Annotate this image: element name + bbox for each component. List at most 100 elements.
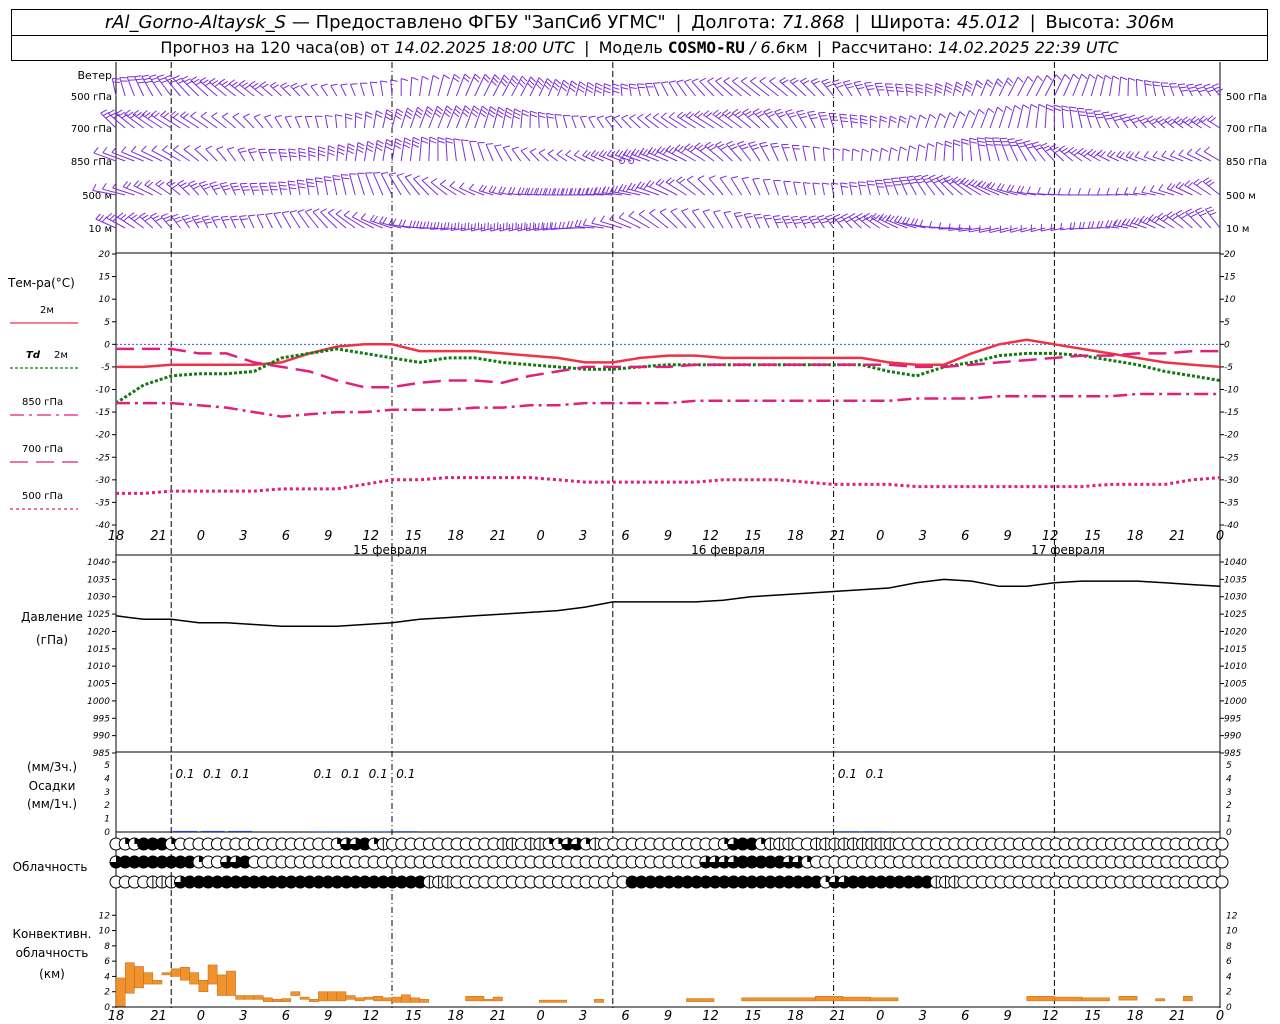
wind-barb-feather (497, 110, 504, 115)
wind-barb-feather (1108, 220, 1113, 228)
wind-barb-staff (404, 176, 420, 196)
wind-barb-feather (376, 110, 383, 115)
wind-barb-feather (184, 78, 191, 83)
wind-barb-feather (639, 147, 645, 154)
wind-barb-staff (449, 185, 466, 196)
wind-barb-feather (639, 182, 645, 189)
wind-barb-feather (841, 120, 849, 123)
wind-barb-feather (1089, 73, 1096, 79)
legend-label-bold: Td (26, 350, 41, 361)
wind-barb-feather (130, 146, 137, 152)
wind-barb-feather (150, 110, 157, 116)
wind-barb-feather (889, 215, 895, 222)
wind-barb-staff (278, 149, 283, 162)
wind-barb-feather (605, 115, 613, 119)
wind-barb-feather (748, 141, 756, 145)
wind-barb-feather (889, 119, 897, 123)
wind-barb-feather (421, 176, 429, 181)
wind-barb-feather (125, 182, 132, 189)
wind-barb-feather (1096, 220, 1100, 228)
wind-barb-staff (200, 115, 218, 129)
wind-barb-feather (697, 112, 704, 118)
wind-barb-feather (1208, 181, 1215, 187)
wind-barb-staff (952, 111, 961, 129)
wind-barb-feather (801, 218, 809, 222)
precip-amount-label: 0.1 (203, 767, 222, 781)
bottom-time-axis-label: 15 (1084, 1009, 1101, 1024)
wind-barb-feather (375, 113, 383, 118)
wind-barb-staff (676, 81, 687, 97)
wind-barb-feather (968, 178, 975, 185)
wind-barb-staff (1152, 81, 1157, 97)
wind-barb-feather (1090, 150, 1097, 156)
temp-tick-label-right: -40 (1224, 521, 1239, 531)
wind-barb-feather (822, 182, 830, 185)
wind-barb-feather (380, 80, 388, 83)
wind-barb-feather (1077, 188, 1081, 196)
wind-barb-feather (833, 147, 841, 151)
wind-barb-feather (810, 218, 818, 221)
wind-barb-feather (330, 83, 338, 87)
wind-barb-staff (547, 153, 558, 162)
wind-barb-staff (1203, 151, 1221, 162)
wind-barb-staff (323, 176, 329, 196)
wind-barb-feather (782, 215, 790, 218)
cloud-symbol (1215, 875, 1229, 889)
wind-barb-feather (909, 145, 917, 150)
wind-barb-feather (141, 110, 148, 116)
wind-barb-staff (763, 215, 770, 229)
wind-barb-feather (457, 222, 460, 230)
wind-barb-feather (102, 146, 108, 154)
wind-barb-feather (697, 144, 704, 150)
wind-barb-feather (199, 77, 207, 82)
convective-bar (483, 999, 494, 1002)
wind-barb-staff (349, 173, 356, 196)
wind-barb-staff (372, 172, 384, 196)
wind-barb-feather (306, 181, 314, 184)
wind-barb-staff (644, 83, 651, 97)
wind-barb-feather (509, 81, 516, 88)
wind-barb-feather (308, 150, 316, 154)
wind-barb-staff (363, 141, 369, 162)
wind-barb-feather (220, 215, 229, 218)
wind-barb-feather (454, 108, 461, 114)
wind-barb-feather (552, 85, 559, 91)
bottom-time-axis-label: 21 (830, 1009, 847, 1024)
wind-barb-feather (894, 215, 899, 222)
wind-barb-feather (288, 148, 296, 151)
wind-barb-feather (752, 108, 760, 113)
wind-barb-staff (520, 150, 531, 162)
wind-barb-feather (127, 111, 134, 117)
wind-barb-staff (546, 113, 549, 129)
wind-barb-feather (966, 80, 973, 86)
wind-barb-staff (305, 178, 310, 196)
wind-barb-feather (665, 177, 672, 183)
temp-tick-label-right: 5 (1224, 318, 1230, 328)
wind-barb-feather (149, 74, 157, 78)
wind-barb-feather (529, 223, 532, 231)
wind-barb-feather (123, 216, 130, 222)
wind-barb-staff (828, 113, 835, 129)
wind-barb-feather (1187, 210, 1195, 216)
wind-barb-feather (1125, 218, 1131, 226)
wind-barb-feather (612, 83, 620, 87)
wind-barb-feather (273, 211, 281, 215)
wind-barb-staff (888, 147, 892, 162)
wind-barb-feather (545, 81, 552, 87)
temp-tick-label-right: -25 (1224, 453, 1239, 463)
wind-barb-feather (910, 218, 915, 225)
wind-barb-feather (556, 149, 563, 155)
wind-barb-feather (249, 80, 256, 86)
temp-tick-label-left: 15 (99, 273, 111, 283)
wind-barb-feather (792, 218, 800, 221)
wind-barb-feather (248, 148, 256, 151)
wind-barb-staff (628, 215, 650, 229)
wind-barb-feather (1152, 81, 1160, 84)
wind-barb-feather (141, 74, 149, 78)
wind-barb-feather (467, 222, 470, 230)
wind-barb-feather (1057, 187, 1062, 195)
day-label: 15 февраля (353, 543, 427, 557)
wind-barb-feather (471, 112, 478, 118)
wind-barb-feather (501, 186, 507, 194)
wind-barb-feather (1026, 186, 1031, 194)
